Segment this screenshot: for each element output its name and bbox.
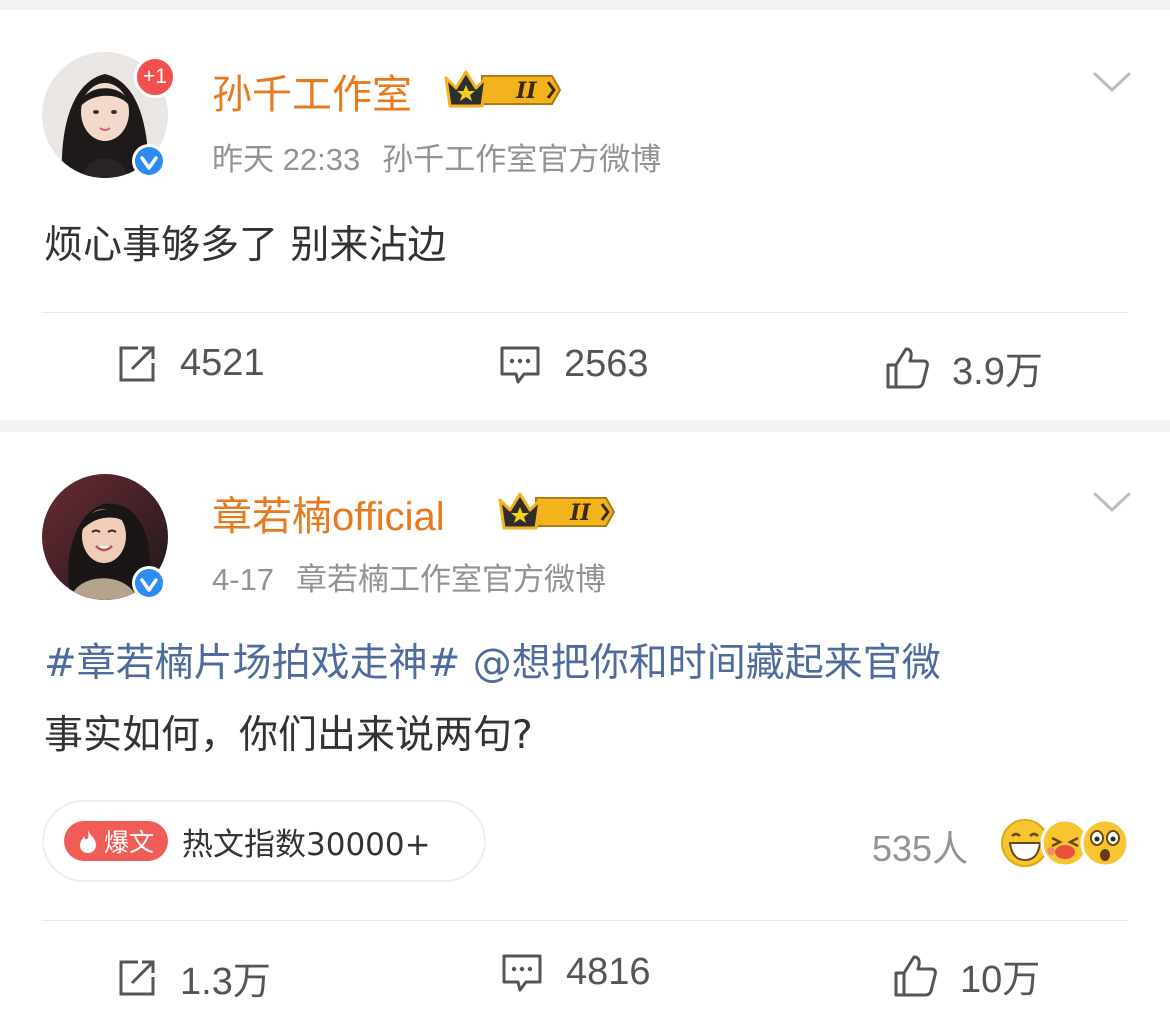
like-icon [894,955,937,996]
comment-count: 2563 [564,342,649,385]
post-content: #章若楠片场拍戏走神# @想把你和时间藏起来官微 事实如何，你们出来说两句? [44,628,941,772]
comment-count: 4816 [566,950,651,993]
post-card[interactable]: +1 孙千工作室 II 昨天 22:33 孙千工作室官方微博 烦心事够多了 别来沾… [0,10,1170,420]
post-meta: 4-17 章若楠工作室官方微博 [212,554,606,599]
like-icon [886,347,929,388]
repost-icon [119,960,155,995]
post-meta: 昨天 22:33 孙千工作室官方微博 [212,134,661,179]
crown-icon[interactable]: II [498,490,616,538]
unread-badge: +1 [134,56,176,98]
repost-icon [119,346,155,381]
post-time: 4-17 [212,562,275,597]
repost-button[interactable]: 1.3万 [116,950,271,1005]
crown-icon[interactable]: II [444,68,562,116]
repost-count: 1.3万 [180,961,271,1003]
verified-icon [132,144,166,178]
hot-tag: 爆文 [64,821,168,861]
divider [42,920,1128,921]
like-count: 3.9万 [952,351,1043,393]
post-content: 烦心事够多了 别来沾边 [44,223,447,268]
like-button[interactable]: 3.9万 [884,340,1043,395]
chevron-down-icon[interactable] [1092,70,1132,94]
fire-icon [80,830,96,853]
hot-article-pill[interactable]: 爆文 热文指数30000+ [42,800,486,882]
like-button[interactable]: 10万 [892,948,1040,1003]
post-time: 昨天 22:33 [212,142,361,177]
like-count: 10万 [960,959,1041,1001]
author-name[interactable]: 章若楠official [212,484,445,542]
post-source: 孙千工作室官方微博 [382,142,662,177]
svg-text:II: II [515,78,537,104]
author-name[interactable]: 孙千工作室 [212,62,412,120]
repost-count: 4521 [180,342,265,384]
topic-link[interactable]: #章若楠片场拍戏走神# [44,641,460,686]
content-line: #章若楠片场拍戏走神# @想把你和时间藏起来官微 [44,628,941,700]
chevron-down-icon[interactable] [1092,490,1132,514]
content-line: 事实如何，你们出来说两句? [44,713,533,758]
reaction-count[interactable]: 535人 [872,820,968,872]
hot-tag-label: 爆文 [104,828,155,857]
comment-icon [502,954,542,992]
hot-index-text: 热文指数30000+ [182,826,431,863]
post-card[interactable]: 章若楠official II 4-17 章若楠工作室官方微博 #章若楠片场拍戏走神… [0,432,1170,1024]
comment-button[interactable]: 4816 [500,950,651,994]
repost-button[interactable]: 4521 [116,342,265,385]
post-source: 章若楠工作室官方微博 [296,562,607,597]
verified-icon [132,566,166,600]
comment-button[interactable]: 2563 [498,342,649,386]
mention-link[interactable]: @想把你和时间藏起来官微 [473,641,941,686]
svg-text:II: II [569,500,591,526]
comment-icon [500,346,540,384]
divider [42,312,1128,313]
surprise-emoji-icon [1080,818,1130,868]
